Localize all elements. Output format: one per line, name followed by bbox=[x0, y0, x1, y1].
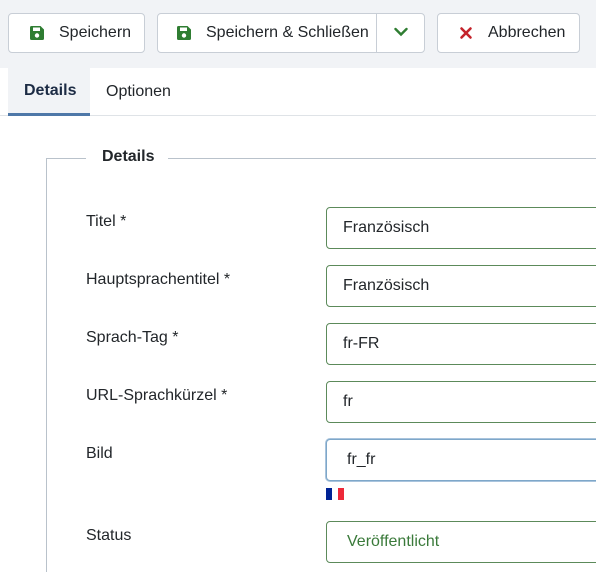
main-language-title-label: Hauptsprachentitel * bbox=[86, 271, 231, 288]
url-code-label: URL-Sprachkürzel * bbox=[86, 387, 228, 404]
fieldset-legend: Details bbox=[86, 148, 169, 166]
save-icon bbox=[29, 25, 45, 41]
save-label: Speichern bbox=[59, 24, 132, 41]
save-icon bbox=[176, 25, 192, 41]
tab-bar: Details Optionen bbox=[0, 68, 596, 116]
image-label: Bild bbox=[86, 445, 113, 462]
save-options-dropdown-button[interactable] bbox=[377, 14, 424, 52]
chevron-down-icon bbox=[393, 24, 408, 42]
status-select[interactable]: Veröffentlicht bbox=[326, 521, 596, 563]
status-label: Status bbox=[86, 527, 132, 544]
save-close-button[interactable]: Speichern & Schließen bbox=[158, 14, 378, 52]
tab-details[interactable]: Details bbox=[8, 68, 90, 116]
language-tag-label: Sprach-Tag * bbox=[86, 329, 179, 346]
main-language-title-input[interactable]: Französisch bbox=[326, 265, 596, 307]
cancel-label: Abbrechen bbox=[488, 24, 566, 41]
flag-icon bbox=[326, 488, 344, 500]
url-code-input[interactable]: fr bbox=[326, 381, 596, 423]
close-icon bbox=[458, 25, 474, 41]
save-close-button-group: Speichern & Schließen bbox=[157, 13, 425, 53]
save-close-label: Speichern & Schließen bbox=[206, 24, 369, 41]
tab-optionen[interactable]: Optionen bbox=[90, 68, 190, 116]
cancel-button[interactable]: Abbrechen bbox=[437, 13, 580, 53]
title-label: Titel * bbox=[86, 213, 127, 230]
title-input[interactable]: Französisch bbox=[326, 207, 596, 249]
language-tag-input[interactable]: fr-FR bbox=[326, 323, 596, 365]
save-button[interactable]: Speichern bbox=[8, 13, 145, 53]
image-select[interactable]: fr_fr bbox=[326, 439, 596, 481]
toolbar: Speichern Speichern & Schließen Abbreche… bbox=[0, 0, 596, 68]
